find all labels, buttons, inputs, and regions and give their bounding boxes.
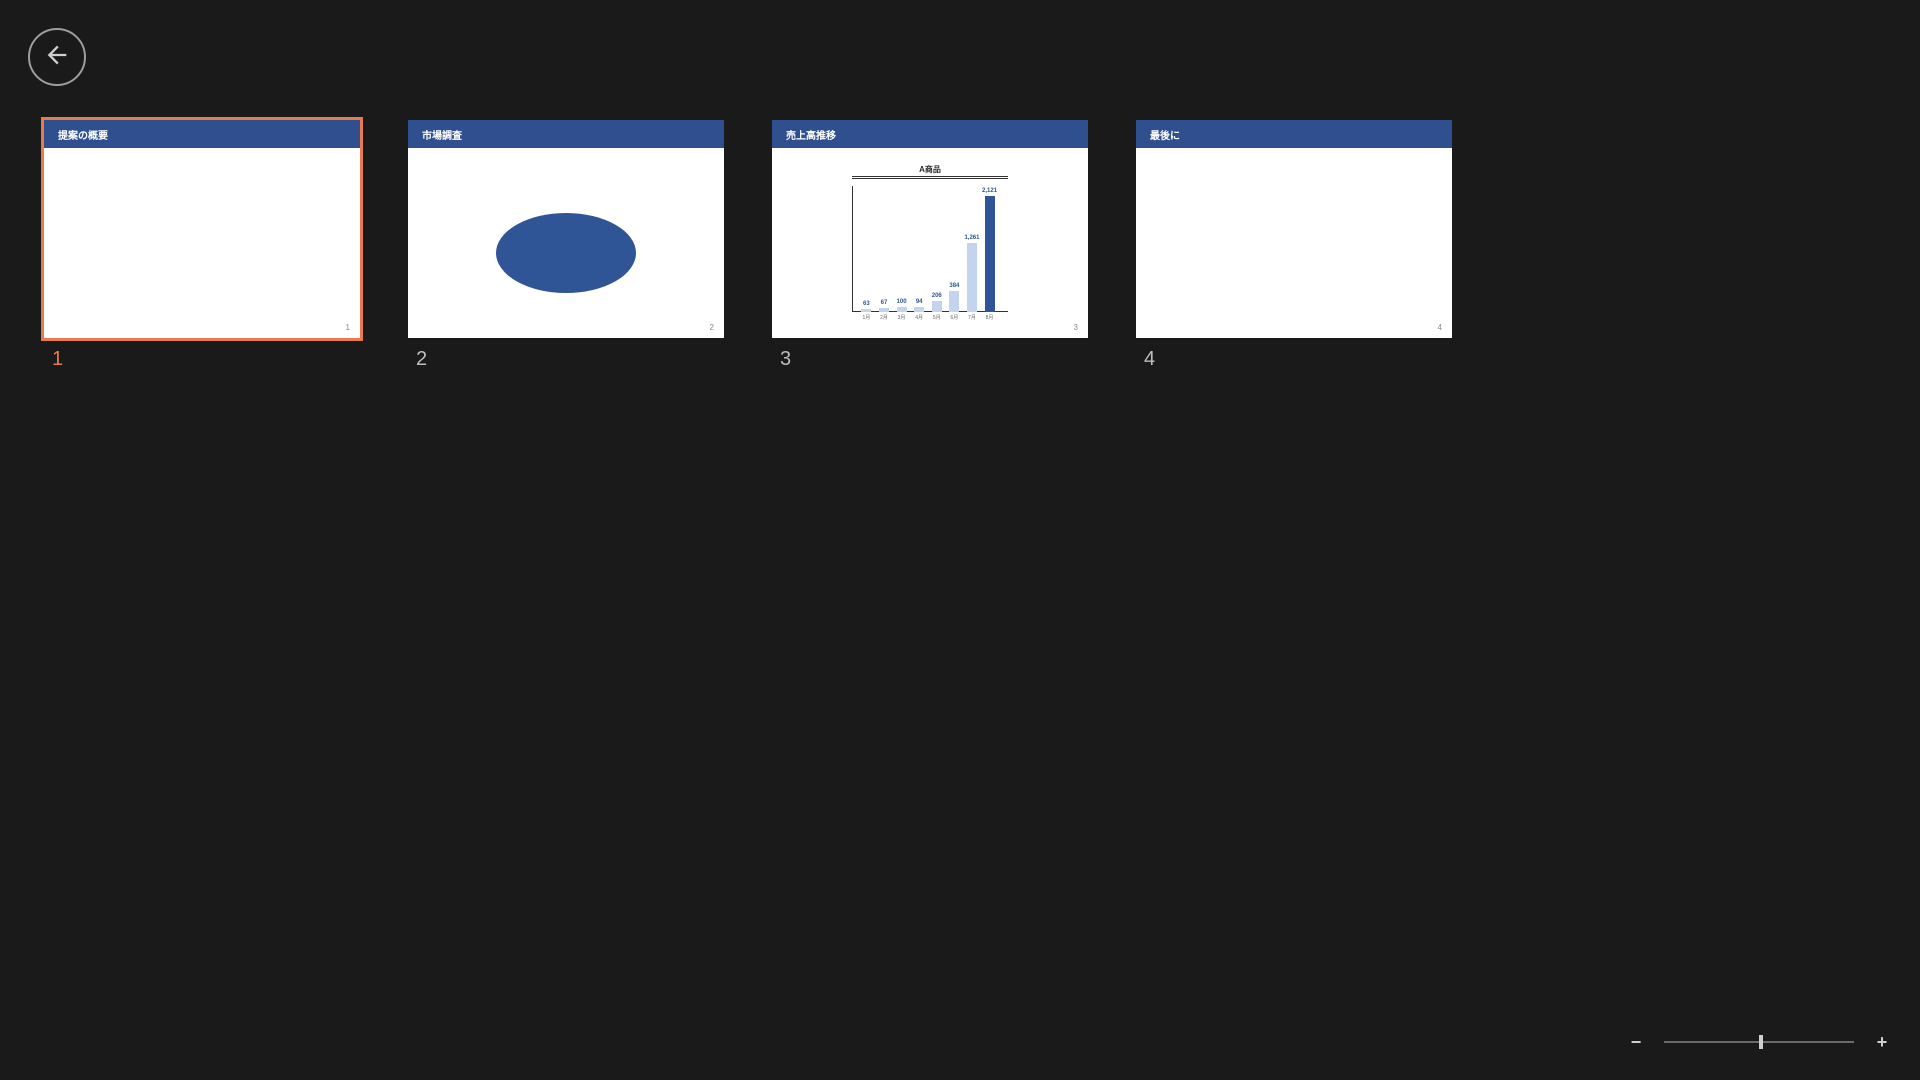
zoom-slider-handle[interactable] <box>1759 1035 1763 1049</box>
slide-thumbnail-4[interactable]: 最後に 4 <box>1136 120 1452 338</box>
chart-bar-value: 100 <box>897 299 907 305</box>
slide-thumbnail-3[interactable]: 売上高推移A商品631月672月1003月944月2065月3846月1,261… <box>772 120 1088 338</box>
chart-bar-category: 5月 <box>933 314 941 321</box>
slide-body: 2 <box>408 148 724 338</box>
slide-index-label: 1 <box>44 348 360 371</box>
zoom-control: − + <box>1626 1032 1892 1052</box>
chart-bar-category: 3月 <box>898 314 906 321</box>
chart-bar: 1003月 <box>897 307 907 312</box>
slide-wrap-2: 市場調査 2 2 <box>408 120 724 371</box>
chart-bar: 944月 <box>914 307 924 312</box>
slide-wrap-4: 最後に 4 4 <box>1136 120 1452 371</box>
slide-title-bar: 市場調査 <box>408 120 724 148</box>
slide-page-number: 4 <box>1438 323 1442 332</box>
zoom-slider-track[interactable] <box>1664 1041 1854 1043</box>
chart-title-underline <box>852 176 1008 177</box>
slide-thumbnail-2[interactable]: 市場調査 2 <box>408 120 724 338</box>
slide-title-bar: 最後に <box>1136 120 1452 148</box>
slide-wrap-1: 提案の概要 1 1 <box>44 120 360 371</box>
slide-title-bar: 提案の概要 <box>44 120 360 148</box>
zoom-in-button[interactable]: + <box>1872 1032 1892 1052</box>
slide-page-number: 1 <box>346 323 350 332</box>
chart-title: A商品 <box>772 164 1088 175</box>
chart-bar: 3846月 <box>949 291 959 312</box>
slides-grid: 提案の概要11市場調査22売上高推移A商品631月672月1003月944月20… <box>44 120 1876 371</box>
slide-body: A商品631月672月1003月944月2065月3846月1,2617月2,1… <box>772 148 1088 338</box>
slide-body: 4 <box>1136 148 1452 338</box>
chart-title-underline <box>852 178 1008 179</box>
chart-bar-category: 8月 <box>986 314 994 321</box>
slide-body: 1 <box>44 148 360 338</box>
slide-title-bar: 売上高推移 <box>772 120 1088 148</box>
slide-page-number: 3 <box>1074 323 1078 332</box>
ellipse-shape <box>496 213 636 293</box>
back-button[interactable] <box>28 28 86 86</box>
chart-bar-value: 94 <box>916 299 923 305</box>
chart-bar: 2,1218月 <box>985 196 995 312</box>
chart-bar: 672月 <box>879 308 889 312</box>
chart-area: 631月672月1003月944月2065月3846月1,2617月2,1218… <box>852 186 1008 320</box>
zoom-out-button[interactable]: − <box>1626 1032 1646 1052</box>
slide-page-number: 2 <box>710 323 714 332</box>
chart-bar: 1,2617月 <box>967 243 977 312</box>
chart-bar-value: 67 <box>881 300 888 306</box>
slide-index-label: 3 <box>772 348 1088 371</box>
chart-bar-category: 7月 <box>968 314 976 321</box>
chart-bar-value: 206 <box>932 293 942 299</box>
chart-bar-value: 2,121 <box>982 188 997 194</box>
slide-thumbnail-1[interactable]: 提案の概要 1 <box>44 120 360 338</box>
chart-bar-category: 1月 <box>862 314 870 321</box>
slide-index-label: 2 <box>408 348 724 371</box>
chart-bar-category: 6月 <box>950 314 958 321</box>
chart-bar-value: 384 <box>949 283 959 289</box>
chart-bar: 631月 <box>861 309 871 312</box>
chart-bar-category: 4月 <box>915 314 923 321</box>
chart-bar-category: 2月 <box>880 314 888 321</box>
chart-bar: 2065月 <box>932 301 942 312</box>
back-arrow-icon <box>43 41 71 74</box>
slide-index-label: 4 <box>1136 348 1452 371</box>
chart-bar-value: 63 <box>863 301 870 307</box>
chart-y-axis <box>852 186 853 312</box>
chart-bar-value: 1,261 <box>964 235 979 241</box>
slide-wrap-3: 売上高推移A商品631月672月1003月944月2065月3846月1,261… <box>772 120 1088 371</box>
